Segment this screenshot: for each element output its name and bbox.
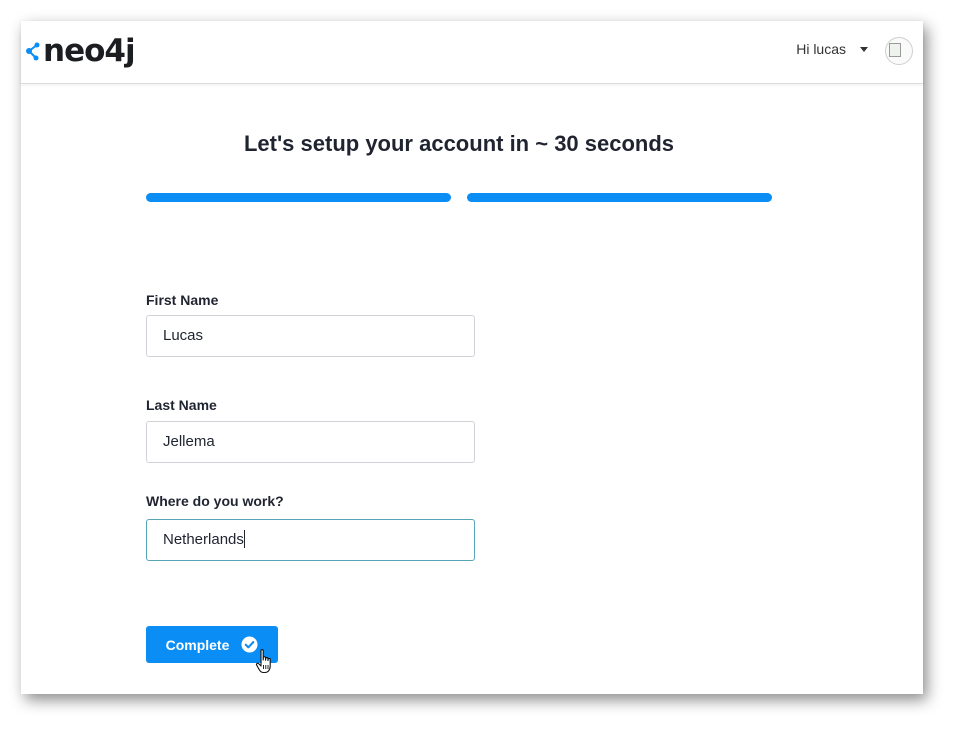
app-window: neo4j Hi lucas Let's setup your account … (21, 21, 923, 694)
logo-wordmark: neo4j (43, 32, 136, 69)
top-navbar: neo4j Hi lucas (21, 21, 923, 84)
work-field[interactable]: Netherlands (146, 519, 475, 561)
first-name-field[interactable]: Lucas (146, 315, 475, 357)
work-label: Where do you work? (146, 493, 284, 509)
first-name-value: Lucas (163, 327, 204, 344)
text-cursor (243, 529, 245, 548)
work-value: Netherlands (163, 531, 244, 548)
neo4j-graph-icon (26, 42, 40, 61)
progress-step-2 (467, 193, 772, 202)
neo4j-logo[interactable]: neo4j (25, 31, 136, 71)
last-name-field[interactable]: Jellema (146, 421, 475, 463)
progress-step-1 (146, 193, 451, 202)
complete-button-label: Complete (165, 636, 230, 653)
hand-pointer-icon (255, 649, 271, 674)
user-greeting: Hi lucas (796, 41, 846, 57)
user-menu[interactable]: Hi lucas (796, 41, 868, 57)
avatar[interactable] (885, 37, 913, 65)
last-name-value: Jellema (163, 433, 215, 450)
first-name-label: First Name (146, 292, 219, 308)
page-title: Let's setup your account in ~ 30 seconds (243, 131, 675, 156)
last-name-label: Last Name (146, 397, 217, 413)
broken-image-icon (889, 43, 901, 57)
caret-down-icon (860, 46, 868, 52)
